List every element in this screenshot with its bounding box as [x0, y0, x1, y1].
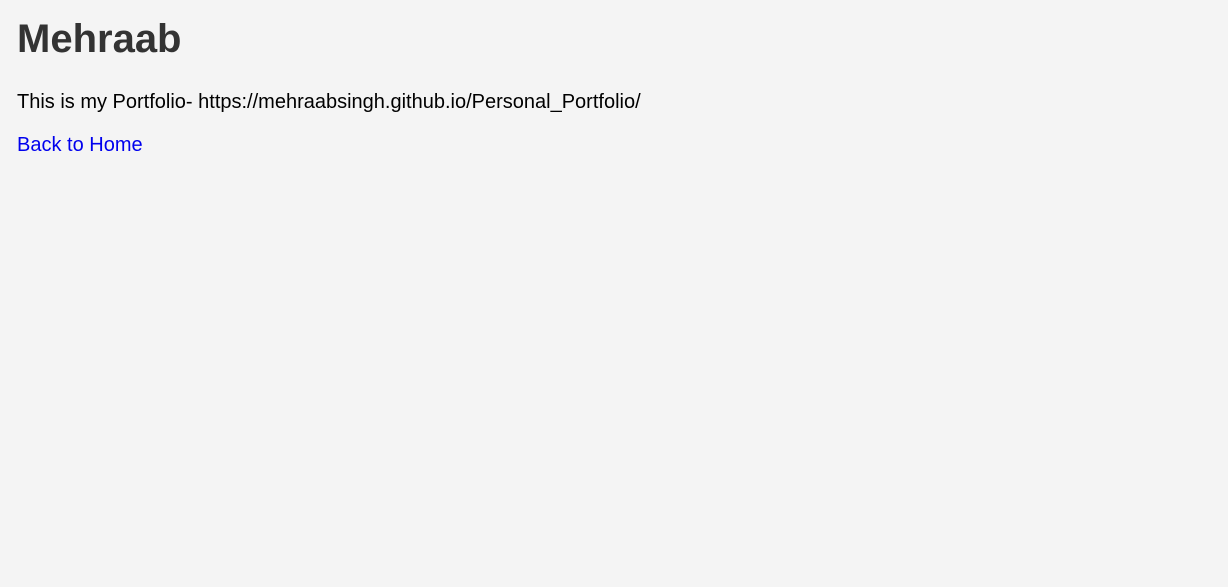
page-title: Mehraab	[17, 17, 182, 61]
back-to-home-link[interactable]: Back to Home	[17, 133, 143, 157]
portfolio-intro-text: This is my Portfolio- https://mehraabsin…	[17, 91, 641, 113]
page-content: Mehraab This is my Portfolio- https://me…	[0, 16, 1228, 157]
